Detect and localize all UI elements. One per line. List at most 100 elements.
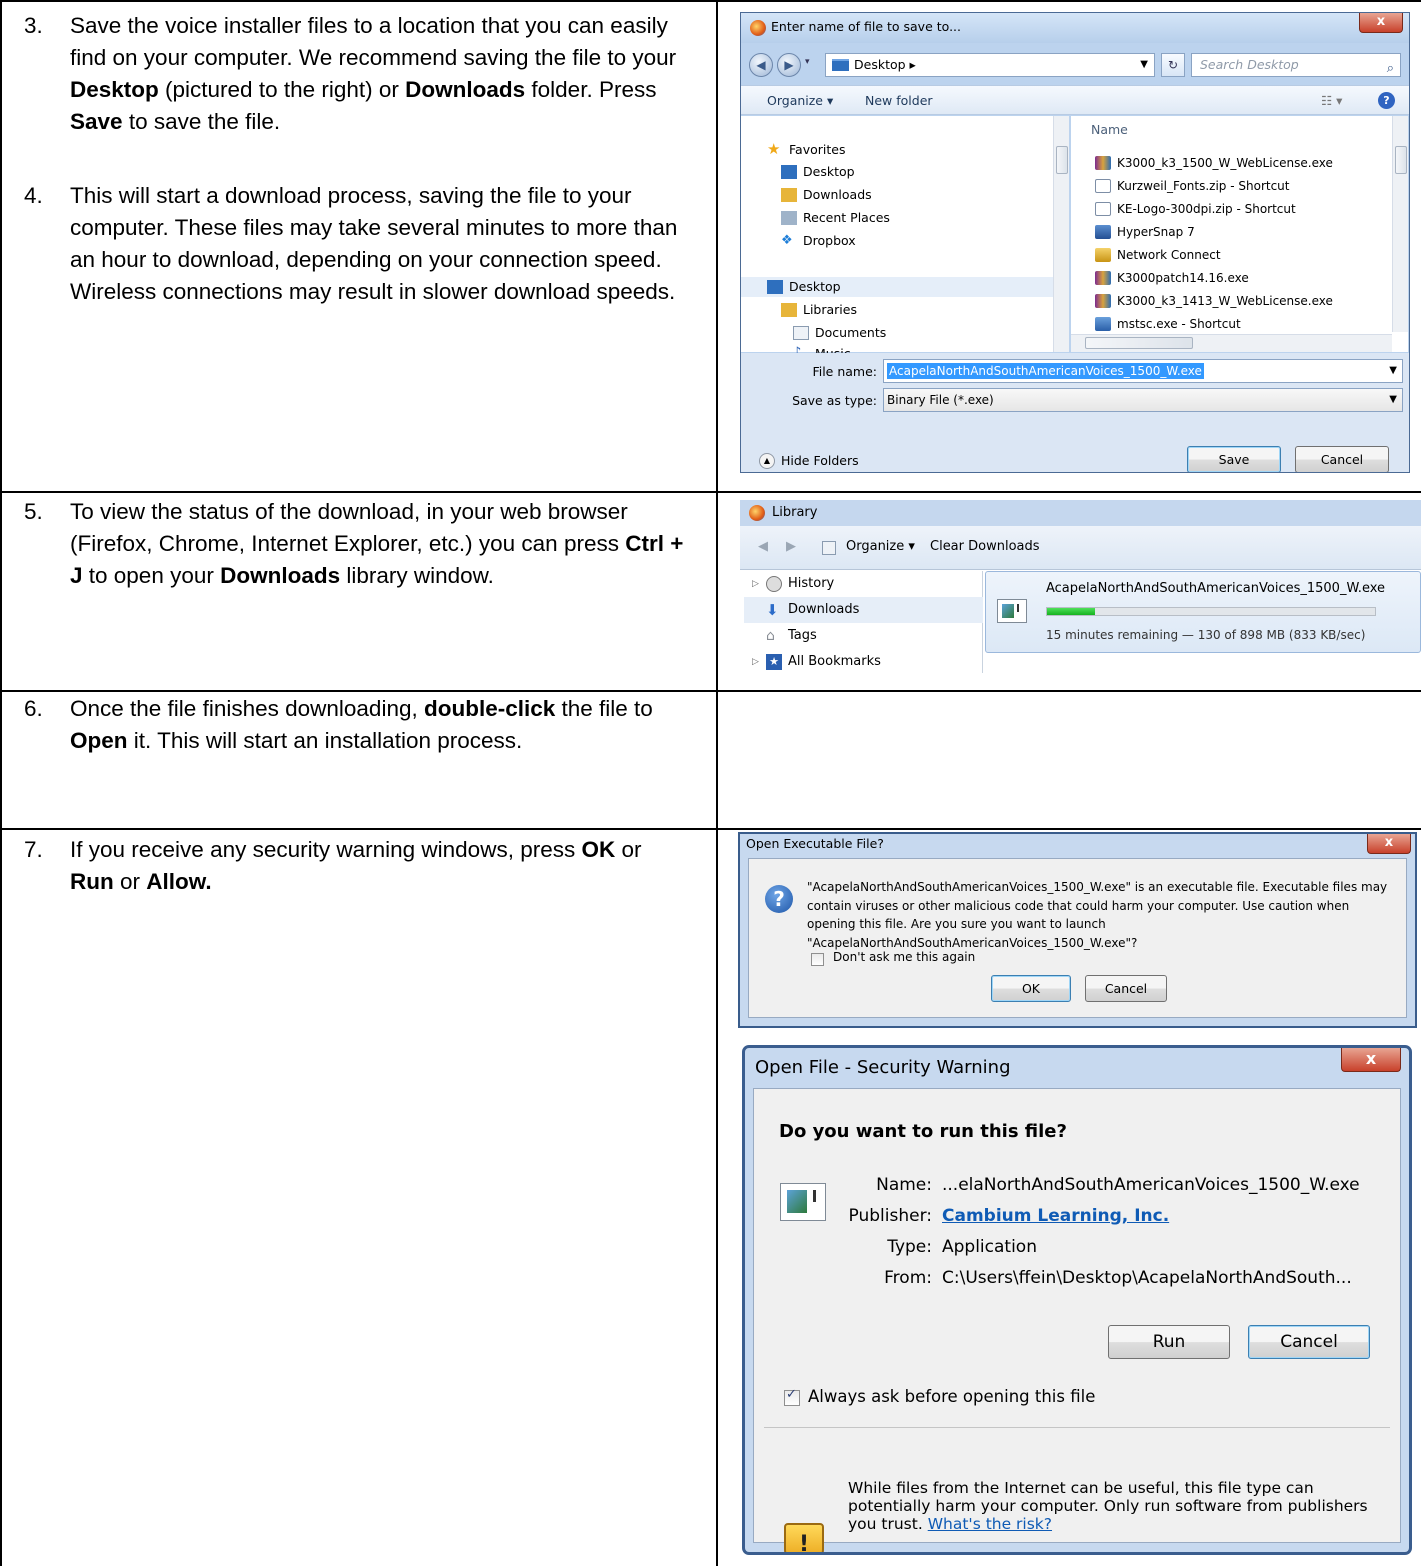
sidebar-item-history[interactable]: ▷ History [752, 571, 982, 597]
run-button[interactable]: Run [1108, 1325, 1230, 1359]
dropdown-icon[interactable]: ▼ [1389, 389, 1397, 411]
scrollbar-thumb[interactable] [1056, 146, 1068, 174]
dont-ask-checkbox[interactable] [811, 953, 824, 966]
save-dialog-titlebar: Enter name of file to save to... x [741, 13, 1409, 43]
exe-dialog-body: ? "AcapelaNorthAndSouthAmericanVoices_15… [748, 858, 1407, 1018]
expand-icon[interactable]: ▷ [752, 571, 759, 597]
name-column-header[interactable]: Name [1091, 122, 1128, 137]
scrollbar-thumb[interactable] [1085, 337, 1193, 349]
libraries-icon [781, 303, 797, 317]
refresh-icon[interactable]: ↻ [1161, 53, 1185, 77]
dropdown-icon[interactable]: ▼ [1389, 360, 1397, 382]
sidebar-item-tags[interactable]: ⌂ Tags [752, 623, 982, 649]
nav-item-dropbox[interactable]: ❖ Dropbox [781, 231, 856, 251]
file-item[interactable]: Network Connect [1095, 244, 1221, 266]
file-scrollbar[interactable] [1392, 116, 1408, 332]
back-icon[interactable]: ◀ [758, 539, 768, 554]
sidebar-item-downloads[interactable]: ⬇ Downloads [744, 597, 983, 623]
download-item[interactable]: AcapelaNorthAndSouthAmericanVoices_1500_… [985, 571, 1421, 653]
bookmarks-icon: ★ [766, 654, 782, 670]
desktop-icon [767, 280, 783, 294]
firefox-icon [750, 20, 766, 36]
recent-pages-icon[interactable]: ▾ [805, 57, 810, 67]
close-button[interactable]: x [1367, 834, 1411, 854]
step-text: to save the file. [122, 109, 281, 134]
forward-icon[interactable]: ▶ [777, 53, 801, 77]
organize-menu[interactable]: Organize ▾ [846, 539, 915, 554]
nav-item-libraries[interactable]: Libraries [781, 300, 857, 320]
step-3: 3. Save the voice installer files to a lo… [24, 13, 677, 134]
file-item[interactable]: K3000_k3_1413_W_WebLicense.exe [1095, 290, 1333, 312]
name-label: Name: [876, 1175, 932, 1195]
expand-icon[interactable]: ▷ [752, 649, 759, 673]
scrollbar-thumb[interactable] [1395, 146, 1407, 174]
nav-item-documents[interactable]: Documents [793, 323, 886, 343]
step-7: 7. If you receive any security warning wi… [24, 837, 642, 894]
save-type-select[interactable]: Binary File (*.exe) ▼ [883, 388, 1403, 412]
save-file-dialog: Enter name of file to save to... x ◀ ▶ ▾… [740, 12, 1410, 473]
search-placeholder: Search Desktop [1200, 57, 1299, 72]
emphasis-text: Downloads [405, 77, 526, 102]
new-folder-button[interactable]: New folder [865, 93, 933, 108]
emphasis-text: Downloads [220, 563, 341, 588]
file-item[interactable]: K3000_k3_1500_W_WebLicense.exe [1095, 152, 1333, 174]
clear-downloads-button[interactable]: Clear Downloads [930, 539, 1040, 554]
cancel-button[interactable]: Cancel [1085, 975, 1167, 1002]
step-text: Save the voice installer files to a loca… [70, 13, 677, 70]
nav-item-favorites[interactable]: ★ Favorites [767, 140, 845, 160]
exe-dialog-title: Open Executable File? [746, 836, 884, 851]
nav-item-recent-places[interactable]: Recent Places [781, 208, 890, 228]
view-options-icon[interactable]: ☷ ▾ [1321, 93, 1342, 108]
library-titlebar: Library [740, 500, 1421, 526]
location-field[interactable]: Desktop ▸ ▼ [825, 53, 1155, 77]
cancel-button[interactable]: Cancel [1248, 1325, 1370, 1359]
file-item[interactable]: Kurzweil_Fonts.zip - Shortcut [1095, 175, 1290, 197]
nav-item-desktop-root[interactable]: Desktop [741, 277, 1053, 297]
ok-button[interactable]: OK [991, 975, 1071, 1002]
close-button[interactable]: x [1341, 1048, 1401, 1072]
library-window: Library ◀ ▶ Organize ▾ Clear Downloads ▷… [740, 500, 1421, 673]
sidebar-item-all-bookmarks[interactable]: ▷ ★ All Bookmarks [752, 649, 982, 673]
file-name-input[interactable]: AcapelaNorthAndSouthAmericanVoices_1500_… [883, 359, 1403, 383]
horizontal-scrollbar[interactable] [1071, 334, 1392, 352]
step-text: (pictured to the right) or [158, 77, 406, 102]
shortcut-icon [1095, 179, 1111, 193]
downloads-folder-icon [781, 188, 797, 202]
search-input[interactable]: Search Desktop ⌕ [1191, 53, 1401, 77]
type-label: Type: [887, 1237, 932, 1257]
winrar-icon [1095, 271, 1111, 285]
security-warning-dialog: Open File - Security Warning x Do you wa… [742, 1045, 1412, 1555]
file-item[interactable]: HyperSnap 7 [1095, 221, 1195, 243]
always-ask-checkbox[interactable] [784, 1387, 800, 1406]
cancel-button[interactable]: Cancel [1295, 446, 1389, 472]
table-border [716, 0, 718, 1566]
forward-icon[interactable]: ▶ [786, 539, 796, 554]
whats-the-risk-link[interactable]: What's the risk? [928, 1515, 1052, 1533]
organize-menu[interactable]: Organize ▾ [767, 93, 833, 108]
help-icon[interactable]: ? [1378, 92, 1395, 109]
dropdown-icon[interactable]: ▼ [1140, 54, 1148, 76]
from-label: From: [884, 1268, 932, 1288]
save-dialog-title: Enter name of file to save to... [771, 19, 961, 34]
close-button[interactable]: x [1359, 13, 1403, 33]
nav-scrollbar[interactable] [1053, 116, 1069, 352]
address-bar: ◀ ▶ ▾ Desktop ▸ ▼ ↻ Search Desktop ⌕ [749, 51, 1401, 79]
save-button[interactable]: Save [1187, 446, 1281, 472]
name-value: ...elaNorthAndSouthAmericanVoices_1500_W… [942, 1175, 1360, 1195]
publisher-link[interactable]: Cambium Learning, Inc. [942, 1206, 1169, 1226]
nav-item-desktop[interactable]: Desktop [781, 162, 855, 182]
save-fields: File name: AcapelaNorthAndSouthAmericanV… [741, 353, 1409, 472]
table-border [0, 828, 1421, 830]
clock-icon [766, 576, 782, 592]
step-text: folder. Press [525, 77, 657, 102]
back-icon[interactable]: ◀ [749, 53, 773, 77]
star-icon: ★ [767, 140, 781, 158]
emphasis-text: OK [581, 837, 616, 862]
file-item[interactable]: mstsc.exe - Shortcut [1095, 313, 1241, 335]
open-executable-dialog: Open Executable File? x ? "AcapelaNorthA… [738, 832, 1417, 1028]
file-item[interactable]: KE-Logo-300dpi.zip - Shortcut [1095, 198, 1296, 220]
hide-folders-button[interactable]: ▲ Hide Folders [759, 453, 859, 469]
search-icon: ⌕ [1386, 61, 1394, 76]
file-item[interactable]: K3000patch14.16.exe [1095, 267, 1249, 289]
nav-item-downloads[interactable]: Downloads [781, 185, 872, 205]
